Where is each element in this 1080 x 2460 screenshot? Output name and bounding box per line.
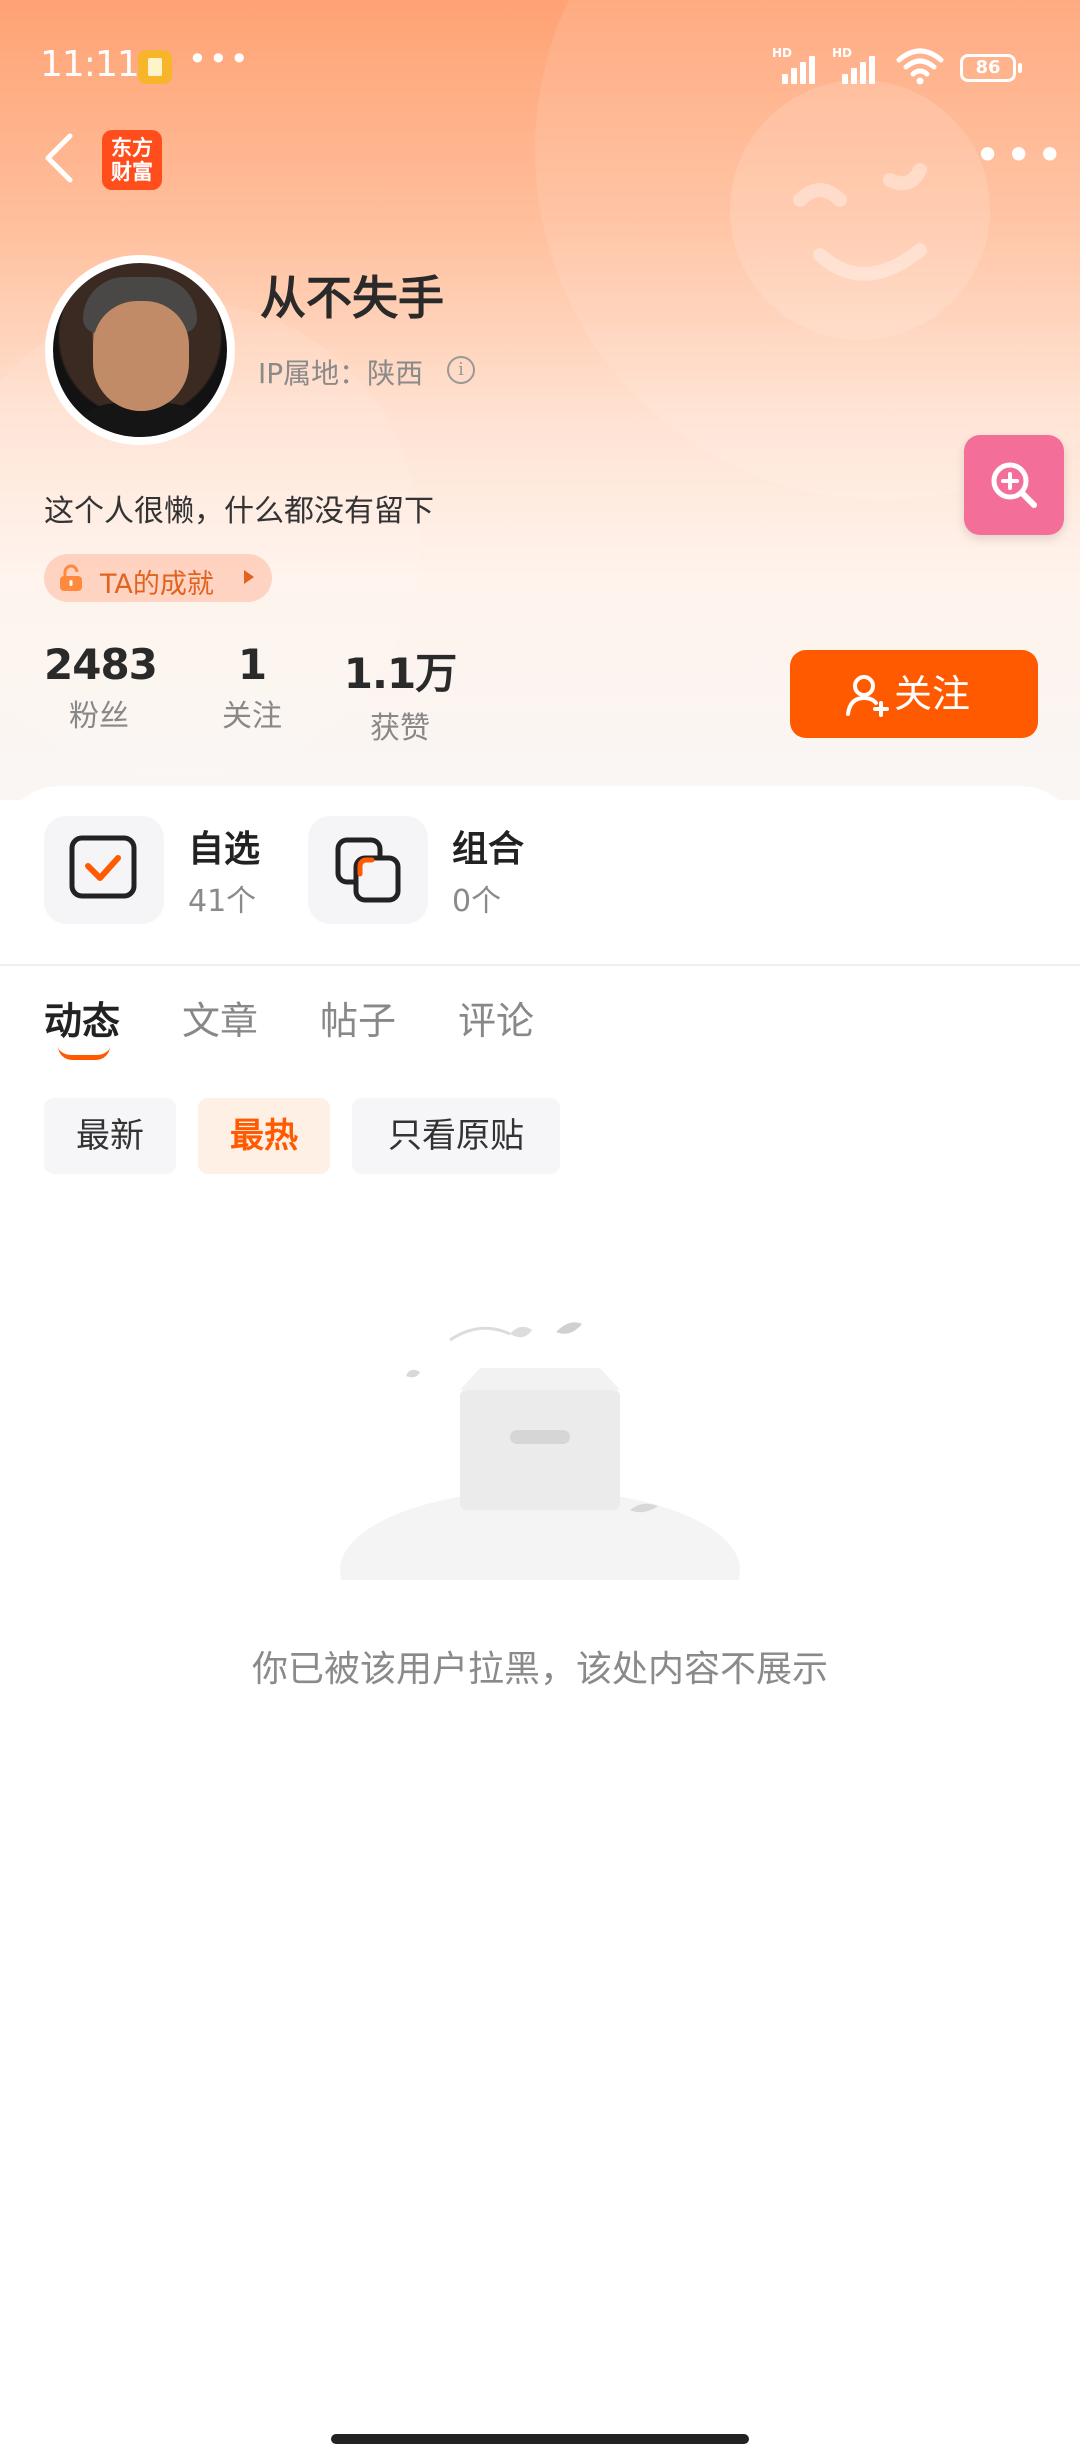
portfolio-shortcut[interactable] xyxy=(308,816,428,924)
logo-text-line2: 财富 xyxy=(111,160,153,184)
filter-hottest[interactable]: 最热 xyxy=(198,1098,330,1174)
portfolio-title[interactable]: 组合 xyxy=(452,820,524,872)
stat-label: 粉丝 xyxy=(69,699,129,734)
tab-comments[interactable]: 评论 xyxy=(458,990,534,1045)
divider xyxy=(0,964,1080,966)
notification-app-icon xyxy=(138,50,172,84)
caret-right-icon xyxy=(244,570,254,584)
stat-value: 1.1万 xyxy=(343,649,457,698)
app-logo[interactable]: 东方 财富 xyxy=(102,130,162,190)
signal-icon: HD xyxy=(832,46,882,84)
status-time: 11:11 xyxy=(40,44,140,85)
portfolio-icon xyxy=(335,837,401,903)
username: 从不失手 xyxy=(260,271,444,325)
tab-articles[interactable]: 文章 xyxy=(182,990,258,1045)
empty-box-icon xyxy=(340,1322,740,1580)
follow-label: 关注 xyxy=(894,672,971,716)
ip-location: IP属地：陕西 xyxy=(258,357,424,390)
stat-followers[interactable]: 2483 粉丝 xyxy=(44,640,158,735)
watchlist-title[interactable]: 自选 xyxy=(188,820,260,872)
more-notifications-icon: ••• xyxy=(188,40,251,78)
magnifier-icon xyxy=(991,462,1037,508)
lock-icon xyxy=(60,564,82,591)
signal-icon: HD xyxy=(772,46,822,84)
status-bar: 11:11 ••• HD HD 86 xyxy=(0,0,1080,130)
tab-posts[interactable]: 帖子 xyxy=(320,990,396,1045)
achievements-label: TA的成就 xyxy=(100,569,214,600)
achievements-button[interactable]: TA的成就 xyxy=(44,554,272,602)
tab-activity[interactable]: 动态 xyxy=(44,990,120,1045)
wifi-icon xyxy=(896,48,944,85)
back-button[interactable] xyxy=(40,128,84,188)
watchlist-shortcut[interactable] xyxy=(44,816,164,924)
zoom-search-button[interactable] xyxy=(964,435,1064,535)
stat-label: 获赞 xyxy=(370,711,430,746)
stat-likes[interactable]: 1.1万 获赞 xyxy=(340,640,460,747)
content-card xyxy=(0,786,1080,2460)
battery-icon: 86 xyxy=(960,54,1022,82)
avatar[interactable] xyxy=(45,255,235,445)
follow-button[interactable]: 关注 xyxy=(790,650,1038,738)
active-tab-indicator xyxy=(58,1046,110,1060)
home-indicator[interactable] xyxy=(331,2434,749,2444)
stat-value: 1 xyxy=(237,640,267,689)
more-options-button[interactable]: ••• xyxy=(974,132,1063,180)
filter-original-only[interactable]: 只看原贴 xyxy=(352,1098,560,1174)
filter-latest[interactable]: 最新 xyxy=(44,1098,176,1174)
info-icon[interactable]: i xyxy=(447,356,475,384)
battery-level: 86 xyxy=(975,57,1001,78)
user-add-icon xyxy=(846,675,889,717)
stat-value: 2483 xyxy=(44,640,158,689)
stat-following[interactable]: 1 关注 xyxy=(202,640,302,735)
stat-label: 关注 xyxy=(222,699,282,734)
empty-state-message: 你已被该用户拉黑，该处内容不展示 xyxy=(251,1649,828,1690)
logo-text-line1: 东方 xyxy=(111,136,153,160)
user-bio: 这个人很懒，什么都没有留下 xyxy=(44,494,434,529)
portfolio-count: 0个 xyxy=(452,884,502,919)
checkbox-icon xyxy=(69,835,137,899)
watchlist-count: 41个 xyxy=(188,884,257,919)
